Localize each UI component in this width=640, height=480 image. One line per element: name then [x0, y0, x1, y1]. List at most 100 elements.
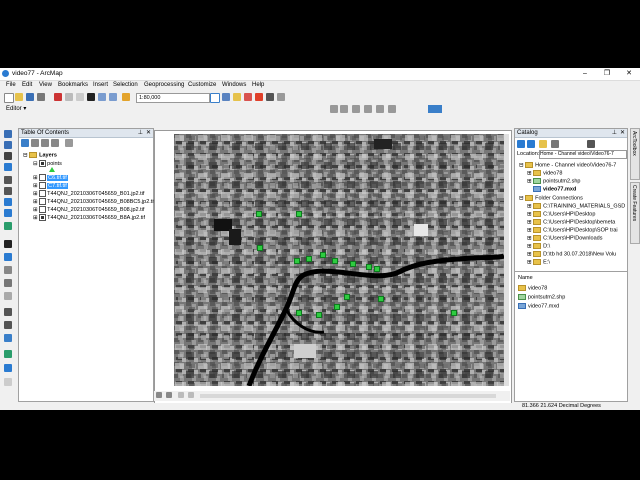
- find-icon[interactable]: [4, 266, 12, 274]
- zoom-out-icon[interactable]: [4, 141, 12, 149]
- editor-menu[interactable]: Editor ▾: [6, 105, 26, 112]
- measure-icon[interactable]: [4, 279, 12, 287]
- layer-points[interactable]: ⊟ points: [33, 160, 62, 167]
- create-features-tab[interactable]: Create Features: [630, 182, 640, 244]
- views-icon[interactable]: [587, 140, 595, 148]
- point-marker[interactable]: [320, 252, 326, 258]
- point-marker[interactable]: [296, 310, 302, 316]
- layer-row[interactable]: ⊞ T44QNJ_20210306T045659_B08BC5.jp2.tif: [33, 198, 155, 205]
- catalog-tree-item[interactable]: ⊞ video78: [527, 170, 562, 176]
- layers-group[interactable]: ⊟ Layers: [23, 152, 57, 158]
- list-by-source-icon[interactable]: [31, 139, 39, 147]
- catalog-list-item[interactable]: video78: [518, 285, 547, 291]
- point-marker[interactable]: [451, 310, 457, 316]
- menu-bookmarks[interactable]: Bookmarks: [58, 82, 88, 88]
- pin-icon[interactable]: ⊥: [138, 129, 143, 137]
- scale-box[interactable]: 1:80,000: [136, 93, 210, 103]
- catalog-list-item[interactable]: video77.mxd: [518, 303, 559, 309]
- save-icon[interactable]: [26, 93, 34, 101]
- layout-view-toggle-icon[interactable]: [166, 392, 172, 398]
- python-window-icon[interactable]: [266, 93, 274, 101]
- menu-customize[interactable]: Customize: [188, 82, 216, 88]
- next-extent-icon[interactable]: [4, 209, 12, 217]
- redo-icon[interactable]: [109, 93, 117, 101]
- menu-help[interactable]: Help: [252, 82, 264, 88]
- zoom-in-icon[interactable]: [4, 130, 12, 138]
- menu-edit[interactable]: Edit: [22, 82, 32, 88]
- fixed-zoom-in-icon[interactable]: [4, 176, 12, 184]
- catalog-tree-item[interactable]: ⊞ pointsutm2.shp: [527, 178, 580, 184]
- pan-icon[interactable]: [4, 152, 12, 160]
- catalog-tree-item[interactable]: video77.mxd: [533, 186, 576, 192]
- layer-checkbox[interactable]: [39, 190, 47, 197]
- catalog-tree-item[interactable]: ⊞ C:\TRAINING_MATERIALS_GSD: [527, 203, 625, 209]
- edit-tool-icon[interactable]: [330, 105, 338, 113]
- catalog-tree-item[interactable]: ⊞ C:\Users\HP\Desktop: [527, 211, 595, 217]
- layer-checkbox[interactable]: [39, 174, 47, 181]
- identify-icon[interactable]: [4, 253, 12, 261]
- add-data-icon[interactable]: [122, 93, 130, 101]
- toc-close-icon[interactable]: ✕: [146, 129, 151, 137]
- catalog-window-icon[interactable]: [233, 93, 241, 101]
- point-marker[interactable]: [294, 258, 300, 264]
- catalog-tree-item[interactable]: ⊞ E:\: [527, 259, 550, 265]
- copy-icon[interactable]: [65, 93, 73, 101]
- point-marker[interactable]: [378, 296, 384, 302]
- point-marker[interactable]: [257, 245, 263, 251]
- menu-file[interactable]: File: [6, 82, 16, 88]
- open-icon[interactable]: [15, 93, 23, 101]
- edit-annotation-icon[interactable]: [340, 105, 348, 113]
- point-marker[interactable]: [374, 266, 380, 272]
- list-by-visibility-icon[interactable]: [41, 139, 49, 147]
- point-marker[interactable]: [350, 261, 356, 267]
- catalog-tree-item[interactable]: ⊞ C:\Users\HP\Downloads: [527, 235, 602, 241]
- layer-checkbox[interactable]: [39, 198, 47, 205]
- disconnect-folder-icon[interactable]: [551, 140, 559, 148]
- maximize-button[interactable]: ❐: [600, 69, 614, 79]
- point-marker[interactable]: [332, 258, 338, 264]
- layer-checkbox[interactable]: [39, 206, 47, 213]
- layer-row[interactable]: ⊞ T44QNJ_20210306T045659_B08.jp2.tif: [33, 206, 144, 213]
- undo-icon[interactable]: [98, 93, 106, 101]
- full-extent-icon[interactable]: [4, 163, 12, 171]
- toc-options-icon[interactable]: [65, 139, 73, 147]
- end-point-arc-icon[interactable]: [364, 105, 372, 113]
- editor-toolbar-icon[interactable]: [210, 93, 220, 103]
- fixed-zoom-out-icon[interactable]: [4, 187, 12, 195]
- trace-icon[interactable]: [376, 105, 384, 113]
- connect-folder-icon[interactable]: [539, 140, 547, 148]
- list-header-name[interactable]: Name: [518, 275, 533, 281]
- point-marker[interactable]: [256, 211, 262, 217]
- horizontal-scrollbar[interactable]: [200, 394, 496, 398]
- location-input[interactable]: Home - Channel video\Video76-7: [539, 150, 627, 159]
- catalog-tree-item[interactable]: ⊞ D:\: [527, 243, 550, 249]
- toc-window-icon[interactable]: [222, 93, 230, 101]
- arctoolbox-icon[interactable]: [255, 93, 263, 101]
- menu-windows[interactable]: Windows: [222, 82, 246, 88]
- time-slider-icon[interactable]: [4, 334, 12, 342]
- data-view-icon[interactable]: [156, 392, 162, 398]
- model-builder-icon[interactable]: [277, 93, 285, 101]
- points-visibility-checkbox[interactable]: [39, 160, 47, 167]
- point-icon[interactable]: [388, 105, 396, 113]
- pause-drawing-icon[interactable]: [188, 392, 194, 398]
- print-icon[interactable]: [37, 93, 45, 101]
- catalog-list-item[interactable]: pointsutm2.shp: [518, 294, 565, 300]
- delete-icon[interactable]: [87, 93, 95, 101]
- layer-checkbox[interactable]: [39, 214, 47, 221]
- up-one-level-icon[interactable]: [527, 140, 535, 148]
- paste-icon[interactable]: [76, 93, 84, 101]
- list-by-drawing-order-icon[interactable]: [21, 139, 29, 147]
- new-icon[interactable]: [4, 93, 14, 103]
- sketch-properties-icon[interactable]: [428, 105, 442, 113]
- point-marker[interactable]: [316, 312, 322, 318]
- menu-selection[interactable]: Selection: [113, 82, 138, 88]
- catalog-tree-item[interactable]: ⊞ C:\Users\HP\Desktop\bemeta: [527, 219, 615, 225]
- previous-extent-icon[interactable]: [4, 198, 12, 206]
- back-icon[interactable]: [517, 140, 525, 148]
- go-to-xy-icon[interactable]: [4, 321, 12, 329]
- menu-insert[interactable]: Insert: [93, 82, 108, 88]
- search-window-icon[interactable]: [244, 93, 252, 101]
- point-marker[interactable]: [296, 211, 302, 217]
- layer-row[interactable]: ⊞ T44QNJ_20210306T045659_B01.jp2.tif: [33, 190, 144, 197]
